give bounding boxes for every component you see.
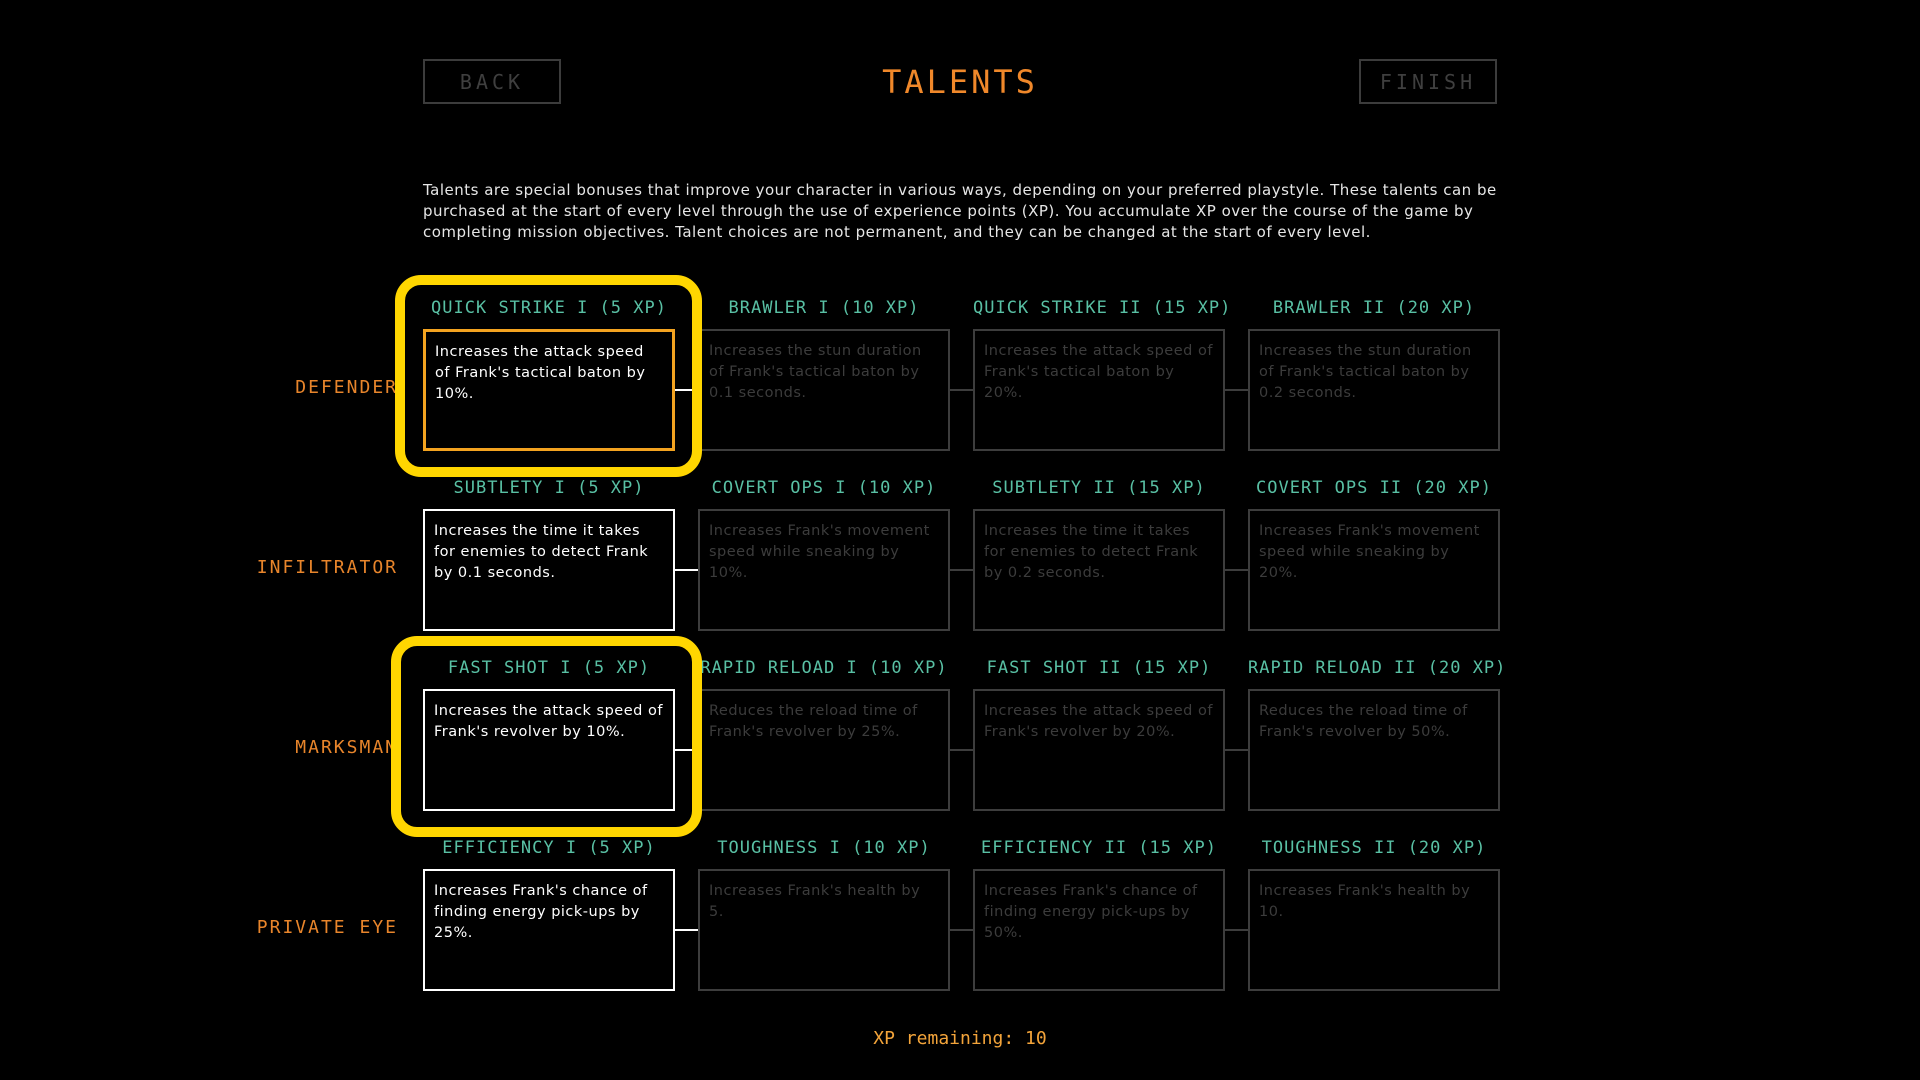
talent-name-rapid-reload-i: RAPID RELOAD I (10 XP) xyxy=(700,658,948,678)
talent-card-fast-shot-i[interactable]: Increases the attack speed of Frank's re… xyxy=(423,689,675,811)
talent-name-brawler-i: BRAWLER I (10 XP) xyxy=(728,298,920,318)
finish-button[interactable]: FINISH xyxy=(1359,59,1497,104)
talent-card-quick-strike-ii[interactable]: Increases the attack speed of Frank's ta… xyxy=(973,329,1225,451)
talent-card-quick-strike-i[interactable]: Increases the attack speed of Frank's ta… xyxy=(423,329,675,451)
talent-name-quick-strike-ii: QUICK STRIKE II (15 XP) xyxy=(973,298,1232,318)
talent-name-toughness-ii: TOUGHNESS II (20 XP) xyxy=(1261,838,1487,858)
talent-connector xyxy=(1223,569,1250,571)
talent-connector xyxy=(673,929,700,931)
talent-connector xyxy=(673,389,700,391)
talent-name-toughness-i: TOUGHNESS I (10 XP) xyxy=(717,838,931,858)
row-label-private-eye: PRIVATE EYE xyxy=(256,917,398,938)
talent-name-efficiency-i: EFFICIENCY I (5 XP) xyxy=(442,838,656,858)
talent-card-covert-ops-ii[interactable]: Increases Frank's movement speed while s… xyxy=(1248,509,1500,631)
talent-card-fast-shot-ii[interactable]: Increases the attack speed of Frank's re… xyxy=(973,689,1225,811)
talent-card-efficiency-ii[interactable]: Increases Frank's chance of finding ener… xyxy=(973,869,1225,991)
talent-connector xyxy=(673,749,700,751)
row-label-infiltrator: INFILTRATOR xyxy=(256,557,398,578)
talent-connector xyxy=(948,569,975,571)
talent-name-rapid-reload-ii: RAPID RELOAD II (20 XP) xyxy=(1248,658,1507,678)
talent-name-subtlety-i: SUBTLETY I (5 XP) xyxy=(453,478,645,498)
talent-card-toughness-i[interactable]: Increases Frank's health by 5. xyxy=(698,869,950,991)
talent-name-brawler-ii: BRAWLER II (20 XP) xyxy=(1272,298,1476,318)
talent-connector xyxy=(1223,389,1250,391)
talent-card-subtlety-i[interactable]: Increases the time it takes for enemies … xyxy=(423,509,675,631)
talent-connector xyxy=(948,929,975,931)
talent-name-covert-ops-i: COVERT OPS I (10 XP) xyxy=(711,478,937,498)
talents-screen: BACK TALENTS FINISH Talents are special … xyxy=(0,0,1920,1080)
talent-card-subtlety-ii[interactable]: Increases the time it takes for enemies … xyxy=(973,509,1225,631)
talent-card-rapid-reload-i[interactable]: Reduces the reload time of Frank's revol… xyxy=(698,689,950,811)
talent-card-rapid-reload-ii[interactable]: Reduces the reload time of Frank's revol… xyxy=(1248,689,1500,811)
talent-name-fast-shot-ii: FAST SHOT II (15 XP) xyxy=(986,658,1212,678)
row-label-defender: DEFENDER xyxy=(295,377,398,398)
talent-name-fast-shot-i: FAST SHOT I (5 XP) xyxy=(447,658,651,678)
talent-card-efficiency-i[interactable]: Increases Frank's chance of finding ener… xyxy=(423,869,675,991)
talent-card-toughness-ii[interactable]: Increases Frank's health by 10. xyxy=(1248,869,1500,991)
row-label-marksman: MARKSMAN xyxy=(295,737,398,758)
talent-card-covert-ops-i[interactable]: Increases Frank's movement speed while s… xyxy=(698,509,950,631)
talent-name-subtlety-ii: SUBTLETY II (15 XP) xyxy=(992,478,1206,498)
talent-connector xyxy=(948,749,975,751)
talent-card-brawler-ii[interactable]: Increases the stun duration of Frank's t… xyxy=(1248,329,1500,451)
page-title: TALENTS xyxy=(882,63,1038,101)
talent-connector xyxy=(673,569,700,571)
xp-remaining: XP remaining: 10 xyxy=(873,1028,1047,1049)
talent-name-covert-ops-ii: COVERT OPS II (20 XP) xyxy=(1256,478,1492,498)
talent-connector xyxy=(1223,929,1250,931)
talent-name-efficiency-ii: EFFICIENCY II (15 XP) xyxy=(981,838,1217,858)
talents-description: Talents are special bonuses that improve… xyxy=(423,181,1497,241)
talent-connector xyxy=(948,389,975,391)
talent-card-brawler-i[interactable]: Increases the stun duration of Frank's t… xyxy=(698,329,950,451)
talent-connector xyxy=(1223,749,1250,751)
talent-name-quick-strike-i: QUICK STRIKE I (5 XP) xyxy=(431,298,667,318)
back-button[interactable]: BACK xyxy=(423,59,561,104)
